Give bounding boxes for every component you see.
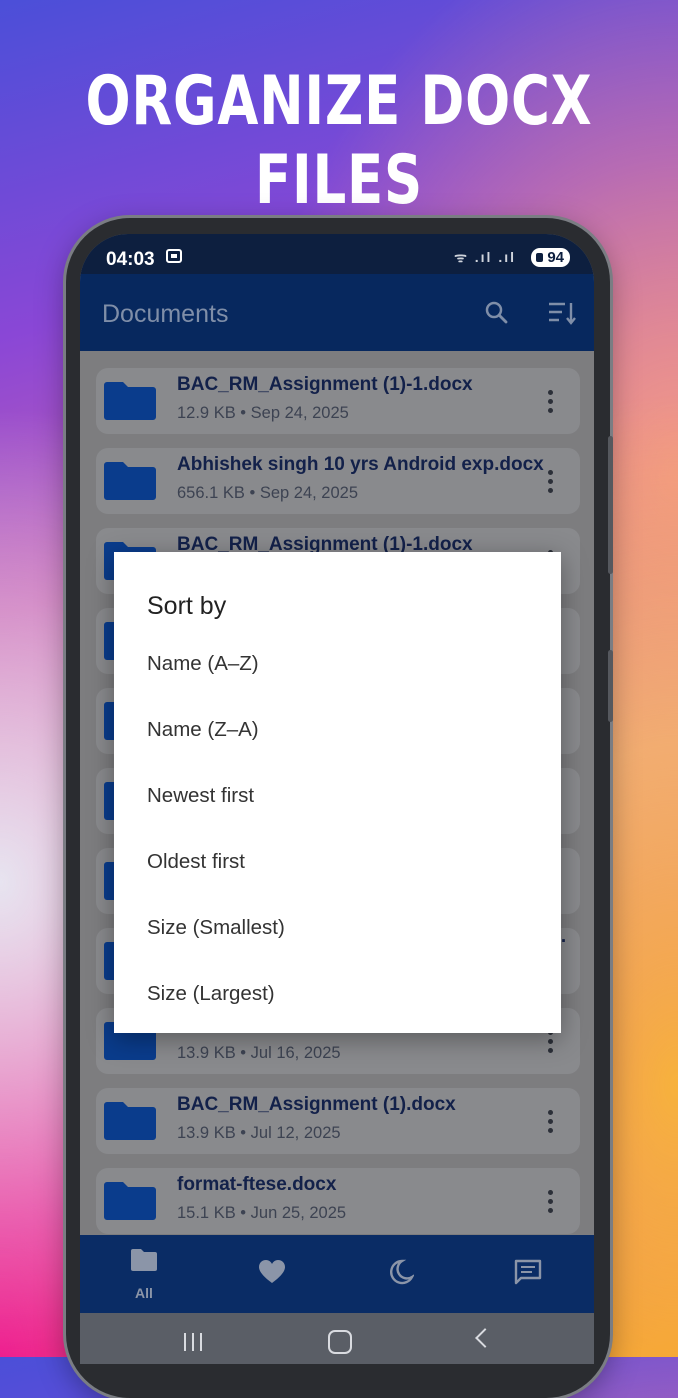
nav-item-favorites[interactable] bbox=[208, 1235, 336, 1313]
headline: ORGANIZE DOCX FILES bbox=[85, 62, 593, 220]
sort-option-newest[interactable]: Newest first bbox=[147, 784, 254, 808]
nav-item-all[interactable]: All bbox=[80, 1235, 208, 1313]
sort-icon[interactable] bbox=[547, 300, 577, 326]
back-button[interactable] bbox=[475, 1328, 495, 1348]
folder-icon bbox=[131, 1249, 157, 1271]
file-meta: 15.1 KB • Jun 25, 2025 bbox=[177, 1204, 347, 1222]
folder-icon bbox=[104, 382, 156, 420]
sort-option-name-desc[interactable]: Name (Z–A) bbox=[147, 718, 259, 742]
system-navigation-bar bbox=[80, 1313, 594, 1364]
folder-icon bbox=[104, 1182, 156, 1220]
file-name: BAC_RM_Assignment (1).docx bbox=[177, 1094, 456, 1115]
search-icon[interactable] bbox=[484, 300, 508, 324]
screen-record-icon bbox=[166, 249, 182, 263]
nav-label-all: All bbox=[135, 1285, 153, 1301]
message-icon bbox=[514, 1259, 542, 1285]
bottom-navigation: All bbox=[80, 1235, 594, 1313]
heart-icon bbox=[259, 1260, 285, 1283]
folder-icon bbox=[104, 1102, 156, 1140]
status-bar: 04:03 ᯤ .ıl .ıl 94 bbox=[80, 234, 594, 274]
more-options-icon[interactable] bbox=[548, 470, 556, 494]
file-card[interactable]: BAC_RM_Assignment (1).docx 13.9 KB • Jul … bbox=[96, 1088, 580, 1154]
file-card[interactable]: format-ftese.docx 15.1 KB • Jun 25, 2025 bbox=[96, 1168, 580, 1234]
file-card[interactable]: BAC_RM_Assignment (1)-1.docx 12.9 KB • Se… bbox=[96, 368, 580, 434]
file-meta: 656.1 KB • Sep 24, 2025 bbox=[177, 484, 359, 502]
app-bar: Documents bbox=[80, 274, 594, 351]
folder-icon bbox=[104, 462, 156, 500]
file-meta: 13.9 KB • Jul 12, 2025 bbox=[177, 1124, 341, 1142]
recent-apps-button[interactable] bbox=[184, 1333, 206, 1351]
file-name: BAC_RM_Assignment (1)-1.docx bbox=[177, 374, 473, 395]
sort-option-size-smallest[interactable]: Size (Smallest) bbox=[147, 916, 285, 940]
battery-indicator: 94 bbox=[531, 248, 570, 267]
more-options-icon[interactable] bbox=[548, 390, 556, 414]
file-name: format-ftese.docx bbox=[177, 1174, 337, 1195]
moon-icon bbox=[390, 1259, 414, 1285]
file-meta: 13.9 KB • Jul 16, 2025 bbox=[177, 1044, 341, 1062]
nav-item-night-mode[interactable] bbox=[336, 1235, 464, 1313]
page-title: Documents bbox=[102, 300, 229, 328]
more-options-icon[interactable] bbox=[548, 1030, 556, 1054]
nav-item-messages[interactable] bbox=[464, 1235, 592, 1313]
more-options-icon[interactable] bbox=[548, 1190, 556, 1214]
phone-side-button bbox=[608, 436, 613, 574]
phone-side-button bbox=[608, 650, 613, 722]
home-button[interactable] bbox=[328, 1330, 352, 1354]
sort-dialog: Sort by Name (A–Z) Name (Z–A) Newest fir… bbox=[114, 552, 561, 1033]
sort-option-oldest[interactable]: Oldest first bbox=[147, 850, 245, 874]
file-name: Abhishek singh 10 yrs Android exp.docx bbox=[177, 454, 544, 475]
dialog-title: Sort by bbox=[147, 592, 227, 620]
sort-option-size-largest[interactable]: Size (Largest) bbox=[147, 982, 275, 1006]
sort-option-name-asc[interactable]: Name (A–Z) bbox=[147, 652, 259, 676]
status-time: 04:03 bbox=[106, 249, 155, 270]
file-card[interactable]: Abhishek singh 10 yrs Android exp.docx 65… bbox=[96, 448, 580, 514]
more-options-icon[interactable] bbox=[548, 1110, 556, 1134]
file-meta: 12.9 KB • Sep 24, 2025 bbox=[177, 404, 349, 422]
signal-icons: ᯤ .ıl .ıl bbox=[454, 249, 516, 265]
